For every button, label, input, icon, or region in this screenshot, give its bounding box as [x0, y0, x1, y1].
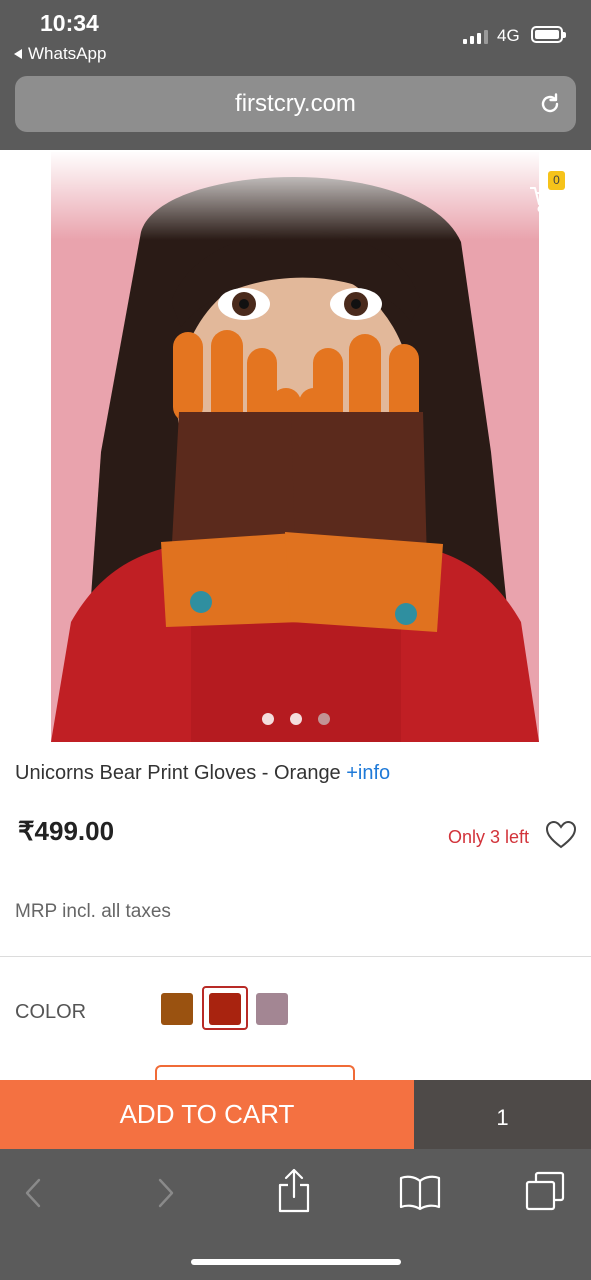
wishlist-heart-icon[interactable]	[545, 820, 577, 850]
product-photo-illustration	[51, 177, 539, 742]
product-title-text: Unicorns Bear Print Gloves - Orange	[15, 762, 341, 784]
status-time: 10:34	[40, 10, 99, 36]
section-divider	[0, 956, 591, 957]
product-photo[interactable]	[51, 152, 539, 742]
cart-count-badge: 0	[548, 171, 565, 190]
gallery-dot[interactable]	[261, 713, 274, 725]
forward-icon[interactable]	[155, 1177, 177, 1209]
gallery-top-fade	[0, 150, 591, 240]
gallery-dot[interactable]	[317, 713, 330, 725]
status-bar: 10:34 WhatsApp 4G firstcry.com	[0, 0, 591, 150]
stock-status: Only 3 left	[448, 827, 530, 847]
back-icon[interactable]	[22, 1177, 44, 1209]
color-label: COLOR	[15, 1001, 87, 1023]
network-type: 4G	[497, 26, 520, 45]
product-gallery[interactable]: 0	[0, 150, 591, 745]
gallery-pagination	[0, 713, 591, 725]
info-link[interactable]: +info	[346, 762, 390, 784]
back-triangle-icon	[14, 49, 22, 59]
back-app-label: WhatsApp	[28, 44, 107, 63]
tabs-icon[interactable]	[524, 1170, 566, 1212]
gallery-dot[interactable]	[289, 713, 302, 725]
color-swatch-mauve[interactable]	[256, 993, 288, 1025]
signal-strength-icon	[463, 28, 488, 44]
address-bar[interactable]: firstcry.com	[15, 76, 576, 132]
share-icon[interactable]	[277, 1167, 311, 1213]
bookmarks-icon[interactable]	[398, 1173, 442, 1211]
back-to-app-link[interactable]: WhatsApp	[14, 44, 106, 64]
color-swatch-red[interactable]	[209, 993, 241, 1025]
reload-icon[interactable]	[538, 92, 562, 116]
quantity-field[interactable]: 1	[414, 1080, 591, 1149]
home-indicator[interactable]	[191, 1259, 401, 1265]
color-swatch-brown[interactable]	[161, 993, 193, 1025]
back-arrow-icon[interactable]	[14, 184, 44, 208]
url-text: firstcry.com	[235, 90, 356, 117]
product-price: ₹499.00	[18, 816, 115, 846]
add-to-cart-button[interactable]: ADD TO CART	[0, 1080, 414, 1149]
product-title: Unicorns Bear Print Gloves - Orange +inf…	[15, 762, 390, 785]
battery-icon	[531, 26, 566, 43]
mrp-note: MRP incl. all taxes	[15, 901, 171, 922]
